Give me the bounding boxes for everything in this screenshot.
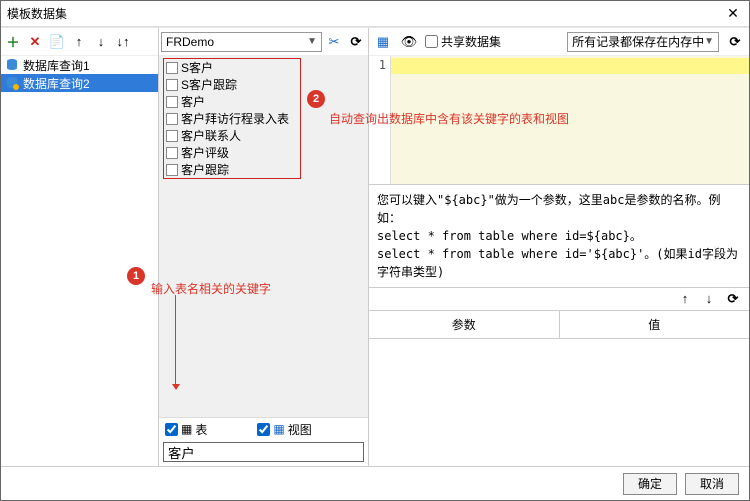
database-warning-icon [5,76,19,90]
footer: 确定 取消 [1,466,749,500]
table-item[interactable]: S客户 [164,59,300,76]
current-line-highlight [391,58,749,74]
hint-area: 您可以键入"${abc}"做为一个参数，这里abc是参数的名称。例如： sele… [369,185,749,288]
hint-line-2: select * from table where id=${abc}。 [377,227,741,245]
database-selected: FRDemo [166,35,214,49]
cut-button[interactable]: ✂ [324,32,344,52]
db-toolbar: FRDemo ▼ ✂ ⟳ [159,28,368,56]
table-item[interactable]: 客户联系人 [164,127,300,144]
table-icon [166,113,178,125]
move-down-button[interactable]: ↓ [91,32,111,52]
dataset-label: 数据库查询2 [23,75,90,92]
refresh-preview-button[interactable]: ⟳ [725,32,745,52]
ok-button[interactable]: 确定 [623,473,677,495]
table-icon [166,130,178,142]
table-item[interactable]: 客户评级 [164,144,300,161]
param-col-name: 参数 [369,311,559,338]
filter-table-checkbox[interactable]: ▦ 表 [165,421,207,438]
table-item-label: S客户 [181,59,213,76]
memory-strategy-selected: 所有记录都保存在内存中 [572,33,704,50]
share-dataset-label: 共享数据集 [441,33,501,50]
dataset-item[interactable]: 数据库查询2 [1,74,158,92]
title-bar: 模板数据集 ✕ [1,1,749,27]
annotation-arrow-1 [175,295,176,387]
param-grid-header: 参数 值 [369,310,749,338]
param-col-value: 值 [559,311,750,338]
param-col-name-label: 参数 [452,316,476,333]
add-dataset-button[interactable]: ＋ [3,32,23,52]
copy-dataset-button[interactable]: 📄 [47,32,67,52]
table-item[interactable]: 客户拜访行程录入表 [164,110,300,127]
dataset-list: 数据库查询1 数据库查询2 [1,56,158,92]
sql-panel: ▦ 👁 共享数据集 所有记录都保存在内存中 ▼ ⟳ 1 [369,28,749,466]
table-item-label: S客户跟踪 [181,76,237,93]
table-icon [166,62,178,74]
cancel-button[interactable]: 取消 [685,473,739,495]
move-up-button[interactable]: ↑ [69,32,89,52]
table-item-label: 客户 [181,93,205,110]
filter-area: ▦ 表 ▦ 视图 [159,417,368,466]
window-title: 模板数据集 [7,5,67,22]
table-item-label: 客户拜访行程录入表 [181,110,289,127]
preview-button[interactable]: 👁 [399,32,419,52]
param-up-button[interactable]: ↑ [675,289,695,309]
dataset-panel: ＋ ✕ 📄 ↑ ↓ ↓↑ 数据库查询1 数据库查询2 [1,28,159,466]
body: ＋ ✕ 📄 ↑ ↓ ↓↑ 数据库查询1 数据库查询2 [1,27,749,466]
table-icon [166,147,178,159]
chevron-down-icon: ▼ [307,36,317,47]
filter-view-checkbox[interactable]: ▦ 视图 [257,421,311,438]
filter-input-row [159,440,368,466]
table-type-icon: ▦ [181,422,192,436]
table-item-label: 客户跟踪 [181,161,229,178]
param-refresh-button[interactable]: ⟳ [723,289,743,309]
share-dataset-input[interactable] [425,35,438,48]
filter-table-input[interactable] [165,423,178,436]
dataset-label: 数据库查询1 [23,57,90,74]
hint-line-1: 您可以键入"${abc}"做为一个参数，这里abc是参数的名称。例如： [377,191,741,227]
table-filter-input[interactable] [163,442,364,462]
table-list-box: S客户S客户跟踪客户客户拜访行程录入表客户联系人客户评级客户跟踪 [163,58,301,179]
filter-view-input[interactable] [257,423,270,436]
annotation-text-1: 输入表名相关的关键字 [151,280,271,297]
param-toolbar: ↑ ↓ ⟳ [369,288,749,310]
table-item[interactable]: 客户跟踪 [164,161,300,178]
table-icon [166,79,178,91]
table-list: S客户S客户跟踪客户客户拜访行程录入表客户联系人客户评级客户跟踪 [164,59,300,178]
table-item[interactable]: S客户跟踪 [164,76,300,93]
table-item-label: 客户评级 [181,144,229,161]
table-panel: FRDemo ▼ ✂ ⟳ S客户S客户跟踪客户客户拜访行程录入表客户联系人客户评… [159,28,369,466]
remove-dataset-button[interactable]: ✕ [25,32,45,52]
view-type-icon: ▦ [273,422,284,436]
dataset-toolbar: ＋ ✕ 📄 ↑ ↓ ↓↑ [1,28,158,56]
annotation-badge-1: 1 [127,267,145,285]
table-item[interactable]: 客户 [164,93,300,110]
param-grid-body[interactable] [369,338,749,467]
dialog-window: 模板数据集 ✕ ＋ ✕ 📄 ↑ ↓ ↓↑ 数据库查询1 [0,0,750,501]
memory-strategy-combo[interactable]: 所有记录都保存在内存中 ▼ [567,32,719,52]
table-item-label: 客户联系人 [181,127,241,144]
table-list-wrap: S客户S客户跟踪客户客户拜访行程录入表客户联系人客户评级客户跟踪 2 自动查询出… [159,56,368,417]
annotation-badge-2: 2 [307,90,325,108]
database-combo[interactable]: FRDemo ▼ [161,32,322,52]
sql-toolbar: ▦ 👁 共享数据集 所有记录都保存在内存中 ▼ ⟳ [369,28,749,56]
param-col-value-label: 值 [648,316,660,333]
sort-button[interactable]: ↓↑ [113,32,133,52]
chevron-down-icon: ▼ [704,36,714,47]
table-icon [166,96,178,108]
database-icon [5,58,19,72]
filter-view-label: 视图 [288,421,312,438]
format-sql-button[interactable]: ▦ [373,32,393,52]
param-down-button[interactable]: ↓ [699,289,719,309]
dataset-item[interactable]: 数据库查询1 [1,56,158,74]
annotation-text-2: 自动查询出数据库中含有该关键字的表和视图 [329,110,569,127]
filter-checkbox-row: ▦ 表 ▦ 视图 [159,418,368,440]
hint-line-3: select * from table where id='${abc}'。(如… [377,245,741,281]
share-dataset-checkbox[interactable]: 共享数据集 [425,33,501,50]
line-number: 1 [369,58,386,72]
filter-table-label: 表 [195,421,207,438]
refresh-button[interactable]: ⟳ [346,32,366,52]
table-icon [166,164,178,176]
close-icon[interactable]: ✕ [723,4,743,24]
